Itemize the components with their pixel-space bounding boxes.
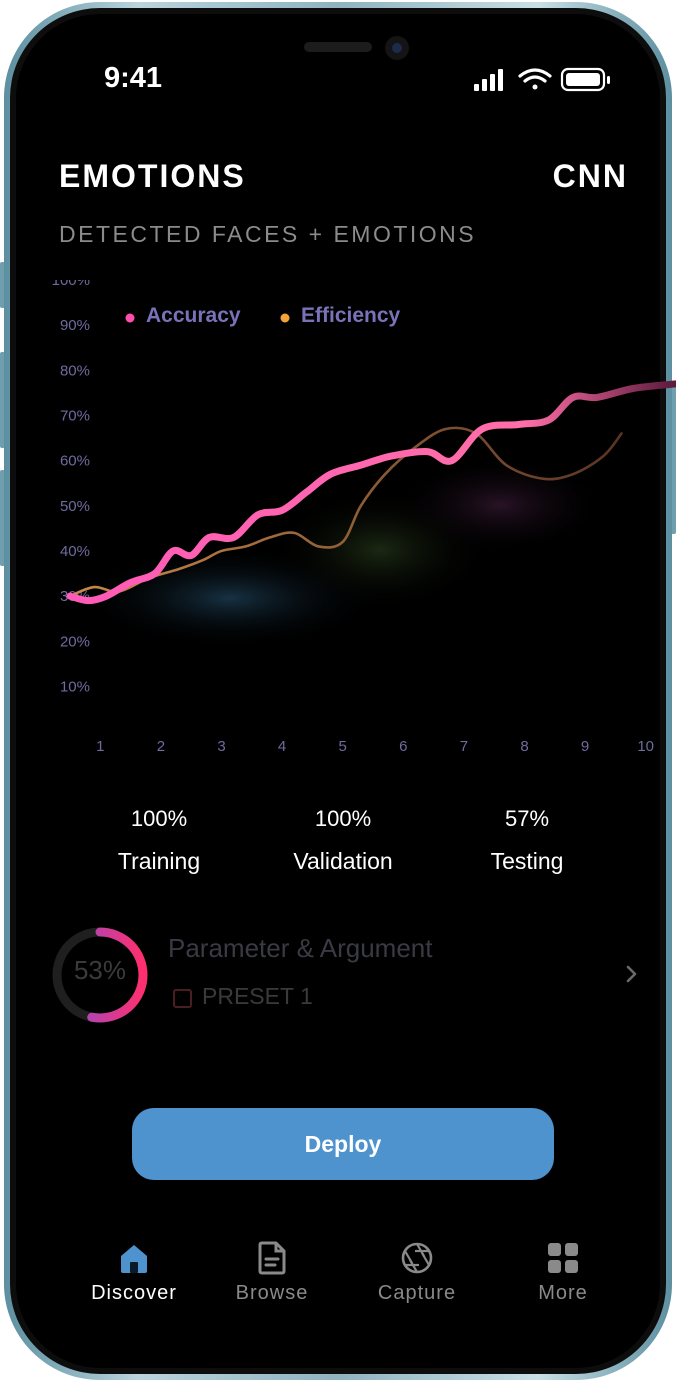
stat-training-value: 100% (130, 806, 188, 831)
signal-icon (474, 69, 503, 91)
x-tick-label: 1 (96, 738, 104, 755)
status-icons (474, 67, 610, 92)
speaker-grille (304, 42, 372, 52)
nav-discover[interactable]: Discover (64, 1240, 204, 1305)
document-icon (258, 1241, 286, 1275)
home-icon (121, 1245, 147, 1273)
x-tick-label: 3 (217, 738, 225, 755)
accuracy-efficiency-chart: Accuracy Efficiency 100% 90% 80% 70% 60% 50% 40… (52, 280, 676, 755)
front-camera (385, 36, 409, 60)
y-tick-label: 10% (60, 678, 90, 695)
status-time: 9:41 (104, 62, 163, 94)
nav-browse-label: Browse (235, 1282, 309, 1304)
page-subtitle: DETECTED FACES + EMOTIONS (59, 221, 477, 247)
grid-icon (548, 1243, 578, 1273)
progress-percent: 53% (73, 955, 127, 985)
stat-validation-value: 100% (314, 806, 372, 831)
x-axis: 1 2 3 4 5 6 7 8 9 10 (96, 738, 654, 755)
nav-more[interactable]: More (493, 1240, 633, 1305)
y-tick-label: 20% (60, 633, 90, 650)
chart-glow (80, 455, 610, 648)
legend-marker (125, 313, 135, 323)
stat-validation-label: Validation (293, 848, 393, 874)
x-tick-label: 2 (157, 738, 165, 755)
x-tick-label: 4 (278, 738, 286, 755)
wifi-icon (518, 68, 552, 90)
x-tick-label: 6 (399, 738, 407, 755)
legend-label: Accuracy (146, 304, 241, 327)
nav-more-label: More (538, 1282, 588, 1304)
parameter-title: Parameter & Argument (168, 933, 433, 963)
stat-testing-label: Testing (490, 848, 564, 874)
y-tick-label: 50% (60, 498, 90, 515)
chevron-right-icon[interactable] (620, 963, 642, 985)
parameter-row[interactable]: 53% Parameter & Argument PRESET 1 (50, 925, 650, 1025)
page-title: EMOTIONS (59, 158, 246, 194)
nav-capture-label: Capture (377, 1282, 457, 1304)
legend-marker (280, 313, 290, 323)
x-tick-label: 9 (581, 738, 589, 755)
y-tick-label: 90% (60, 317, 90, 334)
preset-label: PRESET 1 (202, 983, 313, 1009)
x-tick-label: 7 (460, 738, 468, 755)
y-tick-label: 100% (52, 280, 90, 289)
aperture-icon (401, 1242, 433, 1274)
y-tick-label: 60% (60, 453, 90, 470)
preset-checkbox[interactable] (173, 989, 192, 1008)
nav-capture[interactable]: Capture (347, 1240, 487, 1305)
x-tick-label: 8 (520, 738, 528, 755)
model-label: CNN (552, 158, 628, 194)
y-axis: 100%90%80%70%60%50%40%30%20%10% (52, 280, 90, 695)
stat-training-label: Training (117, 848, 201, 874)
legend-label: Efficiency (301, 304, 401, 327)
deploy-button[interactable]: Deploy (132, 1108, 554, 1180)
nav-discover-label: Discover (91, 1282, 177, 1304)
stat-testing-value: 57% (504, 806, 550, 831)
battery-icon (560, 67, 610, 92)
nav-browse[interactable]: Browse (202, 1240, 342, 1305)
y-tick-label: 40% (60, 543, 90, 560)
x-tick-label: 10 (637, 738, 654, 755)
y-tick-label: 80% (60, 362, 90, 379)
x-tick-label: 5 (339, 738, 347, 755)
y-tick-label: 70% (60, 407, 90, 424)
chart-legend: Accuracy Efficiency (125, 304, 401, 327)
